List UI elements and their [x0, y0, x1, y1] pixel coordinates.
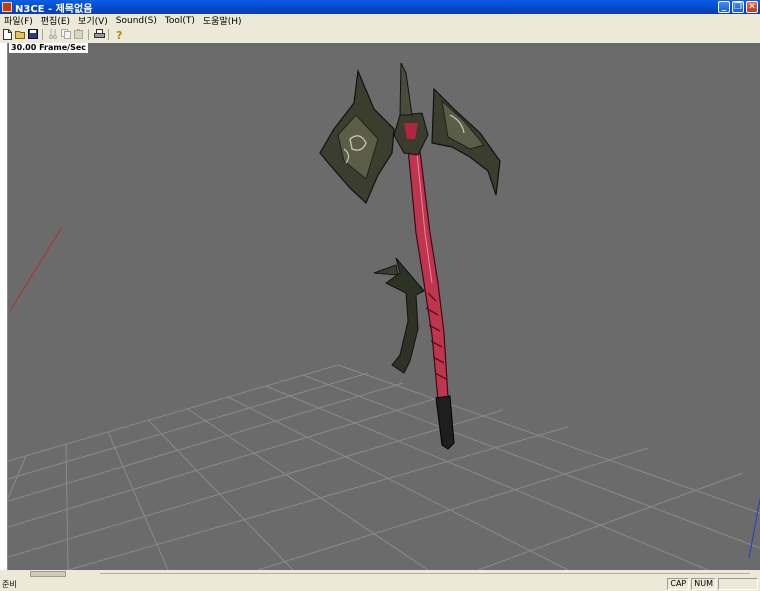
menu-bar: 파일(F) 편집(E) 보기(V) Sound(S) Tool(T) 도움말(H…	[0, 14, 760, 27]
paste-icon[interactable]	[73, 28, 85, 40]
print-icon[interactable]	[93, 28, 105, 40]
cut-icon[interactable]	[47, 28, 59, 40]
fps-label: 30.00 Frame/Sec	[9, 43, 88, 53]
left-ruler	[0, 43, 8, 570]
num-indicator: NUM	[691, 578, 716, 590]
save-icon[interactable]	[27, 28, 39, 40]
copy-icon[interactable]	[60, 28, 72, 40]
close-button[interactable]: ✕	[746, 1, 758, 13]
scrollbar-track[interactable]	[100, 573, 750, 574]
restore-button[interactable]: ❐	[732, 1, 744, 13]
toolbar: ?	[0, 27, 760, 42]
floor-grid	[8, 364, 760, 570]
help-icon[interactable]: ?	[113, 28, 125, 40]
status-bar: 준비 CAP NUM	[0, 577, 760, 591]
menu-tool[interactable]: Tool(T)	[161, 16, 199, 26]
menu-view[interactable]: 보기(V)	[74, 14, 112, 27]
scroll-indicator	[718, 578, 758, 590]
menu-edit[interactable]: 편집(E)	[37, 14, 74, 27]
window-title: N3CE - 제목없음	[15, 3, 93, 15]
status-text: 준비	[2, 579, 17, 589]
axe-model	[319, 62, 501, 450]
new-file-icon[interactable]	[1, 28, 13, 40]
toolbar-separator	[108, 28, 109, 40]
3d-viewport[interactable]	[8, 43, 760, 570]
scene-render	[8, 62, 760, 570]
x-axis-line	[9, 226, 63, 312]
open-folder-icon[interactable]	[14, 28, 26, 40]
minimize-button[interactable]: _	[718, 1, 730, 13]
svg-text:?: ?	[116, 29, 122, 40]
caps-indicator: CAP	[667, 578, 690, 590]
menu-sound[interactable]: Sound(S)	[112, 16, 161, 26]
menu-help[interactable]: 도움말(H)	[199, 14, 246, 27]
app-icon	[2, 2, 12, 12]
toolbar-separator	[42, 28, 43, 40]
menu-file[interactable]: 파일(F)	[0, 14, 37, 27]
z-axis-line	[748, 498, 760, 559]
title-bar[interactable]: N3CE - 제목없음 _ ❐ ✕	[0, 0, 760, 15]
toolbar-separator	[88, 28, 89, 40]
horizontal-scrollbar[interactable]	[0, 570, 760, 577]
